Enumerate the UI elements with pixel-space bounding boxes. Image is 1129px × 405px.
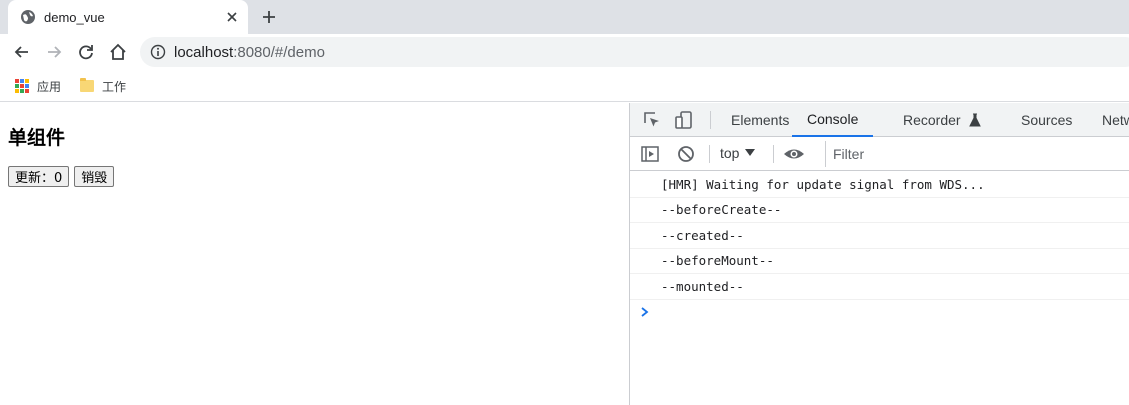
forward-arrow-icon[interactable] bbox=[44, 42, 64, 62]
inspect-element-icon[interactable] bbox=[642, 110, 662, 130]
chevron-right-icon bbox=[641, 306, 649, 317]
destroy-button[interactable]: 销毁 bbox=[74, 166, 115, 187]
tab-title: demo_vue bbox=[44, 10, 105, 25]
toolbar-divider bbox=[709, 145, 710, 163]
plus-icon[interactable] bbox=[260, 8, 278, 26]
browser-toolbar: localhost:8080/#/demo bbox=[0, 34, 1129, 70]
console-prompt[interactable] bbox=[630, 300, 1129, 324]
console-toolbar: top bbox=[630, 137, 1129, 171]
console-message: --beforeMount-- bbox=[630, 249, 1129, 274]
context-value: top bbox=[720, 145, 740, 161]
info-icon[interactable] bbox=[150, 44, 166, 60]
devtools-panel: Elements Console Recorder Sources Netw t… bbox=[629, 103, 1129, 405]
url-host: localhost bbox=[174, 44, 234, 61]
console-message: --mounted-- bbox=[630, 274, 1129, 300]
bookmark-folder-work[interactable]: 工作 bbox=[80, 76, 126, 96]
bookmark-label: 工作 bbox=[102, 79, 127, 94]
eye-icon[interactable] bbox=[783, 144, 805, 164]
home-icon[interactable] bbox=[108, 42, 128, 62]
console-output: [HMR] Waiting for update signal from WDS… bbox=[630, 172, 1129, 324]
context-selector[interactable]: top bbox=[720, 145, 756, 161]
tab-recorder-label: Recorder bbox=[903, 112, 961, 128]
close-icon[interactable] bbox=[224, 9, 240, 25]
address-bar[interactable]: localhost:8080/#/demo bbox=[140, 37, 1129, 67]
url-path: :8080/#/demo bbox=[233, 44, 325, 61]
flask-icon bbox=[968, 113, 981, 127]
folder-icon bbox=[80, 78, 94, 92]
tab-sources[interactable]: Sources bbox=[1021, 103, 1072, 137]
devtools-tabbar: Elements Console Recorder Sources Netw bbox=[630, 103, 1129, 137]
console-message: [HMR] Waiting for update signal from WDS… bbox=[630, 172, 1129, 198]
tab-recorder[interactable]: Recorder bbox=[903, 103, 981, 137]
tab-console[interactable]: Console bbox=[792, 103, 874, 137]
button-row: 更新：0 销毁 bbox=[8, 166, 115, 187]
page-heading: 单组件 bbox=[8, 127, 66, 149]
toolbar-divider bbox=[773, 145, 774, 163]
back-arrow-icon[interactable] bbox=[12, 42, 32, 62]
globe-icon bbox=[21, 10, 35, 24]
tab-strip: demo_vue bbox=[0, 0, 1129, 34]
reload-icon[interactable] bbox=[76, 42, 96, 62]
caret-down-icon bbox=[745, 149, 756, 156]
filter-input[interactable] bbox=[825, 141, 1129, 167]
console-message: --created-- bbox=[630, 223, 1129, 249]
bookmark-apps[interactable]: 应用 bbox=[15, 76, 61, 96]
bookmark-label: 应用 bbox=[37, 79, 62, 94]
device-toolbar-icon[interactable] bbox=[674, 110, 694, 130]
apps-grid-icon bbox=[15, 79, 29, 93]
toolbar-divider bbox=[710, 111, 711, 129]
tab-elements[interactable]: Elements bbox=[731, 103, 789, 137]
browser-tab[interactable]: demo_vue bbox=[8, 0, 248, 34]
tab-network[interactable]: Netw bbox=[1102, 103, 1129, 137]
console-message: --beforeCreate-- bbox=[630, 198, 1129, 223]
update-button[interactable]: 更新：0 bbox=[8, 166, 70, 187]
sidebar-toggle-icon[interactable] bbox=[640, 144, 660, 164]
clear-console-icon[interactable] bbox=[676, 144, 696, 164]
page-viewport: 单组件 更新：0 销毁 bbox=[0, 103, 629, 405]
bookmarks-bar: 应用 工作 bbox=[0, 70, 1129, 102]
url-text: localhost:8080/#/demo bbox=[174, 44, 325, 61]
